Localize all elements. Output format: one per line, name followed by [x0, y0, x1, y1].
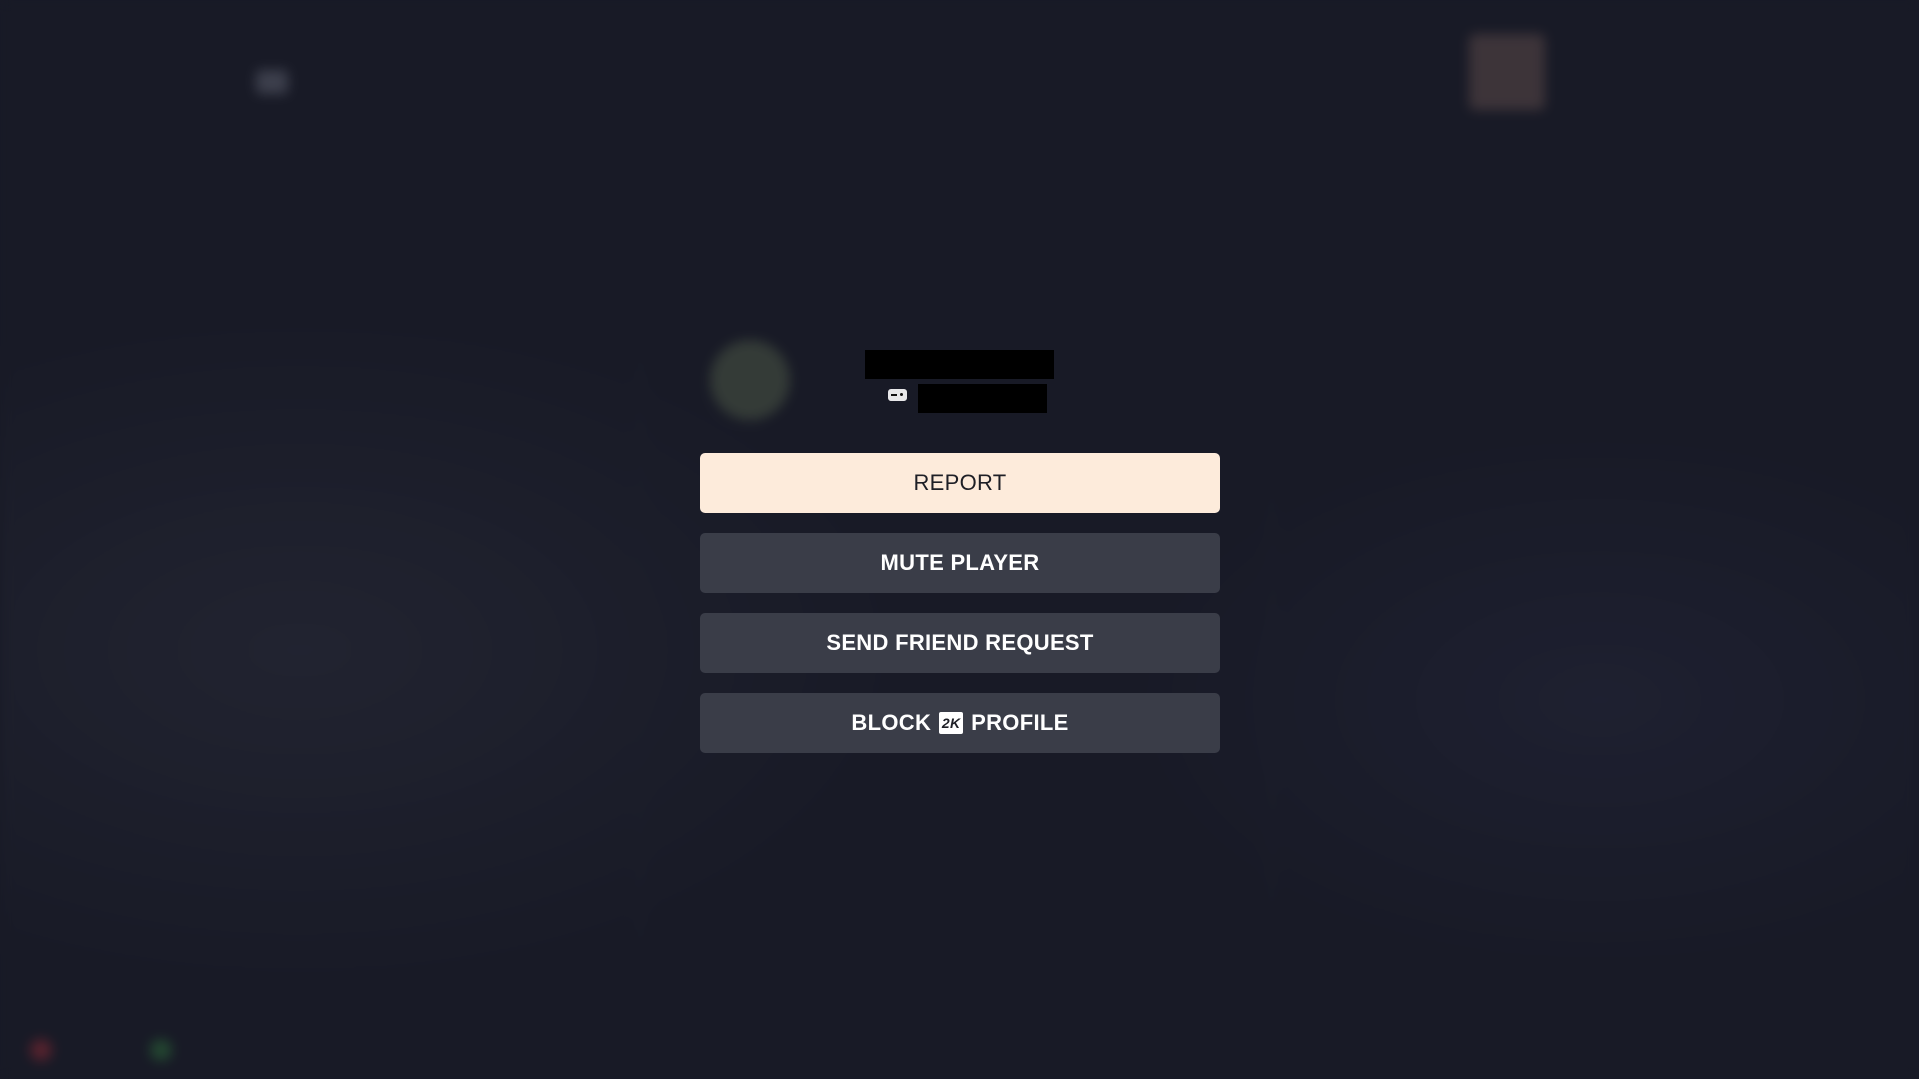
redacted-player-name	[865, 350, 1054, 379]
block-profile-button[interactable]: BLOCK 2K PROFILE	[700, 693, 1220, 753]
nav-item	[364, 70, 396, 94]
send-friend-request-button[interactable]: SEND FRIEND REQUEST	[700, 613, 1220, 673]
button-a-icon	[150, 1039, 172, 1061]
nav-item	[310, 70, 342, 94]
button-b-icon	[30, 1039, 52, 1061]
profile-summary	[1469, 32, 1879, 112]
profile-label: PROFILE	[971, 710, 1069, 735]
top-nav	[40, 70, 396, 94]
2k-logo-icon: 2K	[939, 712, 964, 734]
report-button[interactable]: REPORT	[700, 453, 1220, 513]
mute-player-label: MUTE PLAYER	[880, 550, 1040, 575]
send-friend-request-label: SEND FRIEND REQUEST	[826, 630, 1094, 655]
report-label: REPORT	[913, 470, 1007, 495]
redacted-player-id	[918, 384, 1047, 413]
mute-player-button[interactable]: MUTE PLAYER	[700, 533, 1220, 593]
nav-item	[94, 70, 126, 94]
nav-item	[148, 70, 180, 94]
hint-back	[30, 1039, 62, 1061]
nav-item-active	[256, 70, 288, 94]
nav-item	[202, 70, 234, 94]
block-label: BLOCK	[851, 710, 932, 735]
player-action-menu: REPORT MUTE PLAYER SEND FRIEND REQUEST B…	[700, 453, 1220, 753]
avatar	[1469, 34, 1545, 110]
nav-item	[40, 70, 72, 94]
hint-select	[150, 1039, 182, 1061]
column-divider	[1270, 180, 1272, 1000]
gamepad-icon	[888, 389, 907, 401]
player-header	[700, 345, 1220, 425]
column-divider	[640, 180, 642, 1000]
